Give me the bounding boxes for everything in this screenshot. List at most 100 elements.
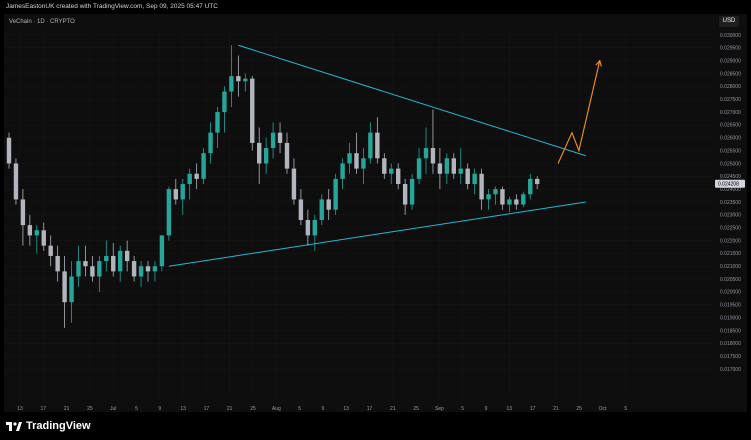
currency-button[interactable]: USD	[719, 16, 739, 27]
candle-body	[284, 142, 290, 169]
y-tick-label: 0.022000	[720, 238, 741, 244]
candle-body	[270, 132, 276, 149]
candle-body	[451, 158, 456, 174]
candle-body	[90, 266, 95, 277]
y-tick-label: 0.019500	[720, 303, 741, 309]
x-tick-label: 5	[461, 406, 464, 412]
candle-body	[472, 173, 477, 185]
candle-body	[104, 255, 109, 262]
x-tick-label: 9	[322, 406, 325, 412]
candle-body	[514, 199, 519, 205]
candle-body	[389, 168, 394, 174]
x-tick-label: 13	[507, 406, 513, 412]
x-tick-label: 5	[135, 406, 138, 412]
candle-body	[62, 271, 67, 303]
y-tick-label: 0.020500	[720, 277, 741, 283]
candle-body	[319, 199, 324, 220]
y-tick-label: 0.021000	[720, 264, 741, 270]
y-tick-label: 0.025500	[720, 148, 741, 154]
candle-body	[347, 153, 352, 164]
candle-body	[382, 158, 387, 174]
y-tick-label: 0.025000	[720, 161, 741, 167]
y-tick-label: 0.017000	[720, 367, 741, 373]
y-tick-label: 0.026500	[720, 123, 741, 129]
x-tick-label: 13	[343, 406, 349, 412]
x-tick-label: 21	[553, 406, 559, 412]
candle-body	[236, 76, 241, 82]
x-tick-label: 17	[367, 406, 373, 412]
y-tick-label: 0.024000	[720, 187, 741, 193]
candle-body	[208, 132, 213, 154]
x-tick-label: 5	[624, 406, 627, 412]
y-tick-label: 0.029000	[720, 58, 741, 64]
candle-body	[111, 255, 116, 272]
candle-body	[173, 189, 178, 200]
y-tick-label: 0.019000	[720, 315, 741, 321]
tradingview-logo[interactable]: TradingView	[6, 420, 91, 432]
y-tick-label: 0.022500	[720, 225, 741, 231]
x-tick-label: 25	[87, 406, 93, 412]
trendlines	[168, 44, 602, 267]
x-tick-label: 5	[298, 406, 301, 412]
x-tick-label: 21	[64, 406, 70, 412]
candle-body	[333, 178, 338, 210]
x-tick-label: 9	[485, 406, 488, 412]
candle-body	[458, 168, 463, 174]
candle-body	[444, 158, 450, 174]
candle-body	[41, 230, 46, 246]
candle-body	[215, 112, 220, 133]
candle-body	[118, 250, 123, 272]
candle-body	[375, 132, 380, 159]
candle-body	[76, 261, 81, 277]
candle-body	[229, 76, 234, 92]
candle-body	[437, 163, 443, 174]
candle-body	[368, 132, 373, 159]
y-tick-label: 0.027000	[720, 110, 741, 116]
candle-body	[34, 230, 39, 236]
candle-body	[416, 158, 422, 179]
trendline-upper	[238, 44, 587, 157]
x-tick-label: 21	[390, 406, 396, 412]
candle-body	[326, 199, 331, 210]
y-tick-label: 0.030000	[720, 33, 741, 39]
symbol-label[interactable]: VeChain · 1D · CRYPTO	[9, 19, 75, 25]
x-tick-label: 25	[413, 406, 419, 412]
candle-body	[465, 168, 470, 185]
candle-body	[166, 189, 172, 236]
candle-body	[257, 142, 262, 164]
candle-body	[187, 173, 192, 185]
x-tick-label: 9	[158, 406, 161, 412]
tradingview-logo-icon	[6, 421, 22, 431]
candle-body	[291, 168, 297, 200]
candle-body	[493, 189, 498, 195]
candle-body	[354, 153, 359, 169]
price-chart[interactable]: 0.030000 0.029500 0.029000 0.028500 0.028000…	[0, 0, 751, 440]
candle-body	[6, 137, 12, 164]
candle-body	[263, 148, 269, 164]
x-tick-label: 13	[17, 406, 23, 412]
y-tick-label: 0.023000	[720, 213, 741, 219]
y-tick-label: 0.018000	[720, 341, 741, 347]
candle-body	[69, 276, 74, 303]
candle-body	[479, 173, 484, 200]
candle-body	[138, 266, 144, 277]
candle-body	[423, 148, 429, 159]
candle-body	[521, 194, 526, 205]
candle-body	[83, 261, 88, 267]
candle-body	[486, 194, 491, 200]
x-tick-label: 21	[227, 406, 233, 412]
candle-body	[361, 158, 366, 169]
candle-body	[180, 184, 185, 200]
candles	[6, 45, 540, 328]
candle-body	[194, 173, 199, 179]
chart-grid	[6, 30, 712, 398]
candle-body	[340, 163, 345, 179]
candle-body	[409, 178, 415, 205]
y-tick-label: 0.021500	[720, 251, 741, 257]
y-tick-label: 0.028000	[720, 84, 741, 90]
candle-body	[27, 225, 33, 236]
candle-body	[243, 78, 248, 82]
candle-body	[396, 168, 401, 185]
candle-body	[97, 261, 102, 277]
x-tick-label: 25	[576, 406, 582, 412]
